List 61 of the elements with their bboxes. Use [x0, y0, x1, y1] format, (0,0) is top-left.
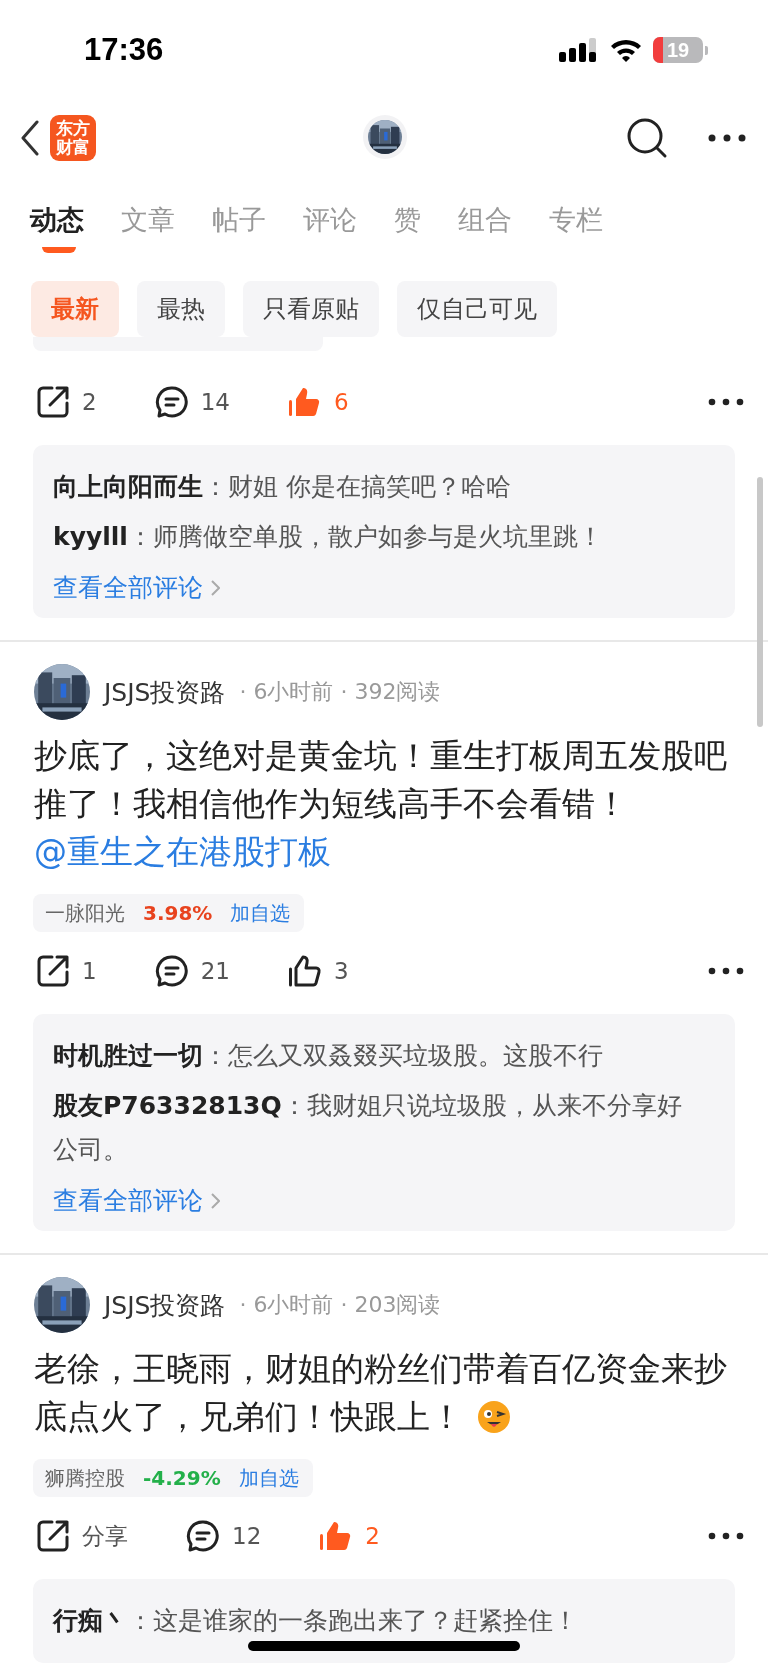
comment-icon[interactable]	[186, 1519, 220, 1553]
share-icon[interactable]	[36, 385, 70, 419]
author-name[interactable]: JSJS投资路	[104, 1288, 226, 1322]
post-meta: · 6小时前 · 392阅读	[239, 678, 441, 706]
share-icon[interactable]	[36, 1519, 70, 1553]
add-watchlist-link[interactable]: 加自选	[230, 899, 291, 927]
stock-name[interactable]: 狮腾控股	[45, 1464, 125, 1492]
view-all-comments-link[interactable]: 查看全部评论	[53, 1184, 220, 1217]
comment-count: 21	[200, 958, 230, 984]
tab[interactable]: 动态	[30, 201, 84, 239]
more-icon[interactable]	[708, 133, 746, 142]
comment-count: 14	[200, 389, 230, 415]
tab[interactable]: 帖子	[212, 201, 266, 239]
back-icon[interactable]	[20, 119, 40, 156]
chevron-icon	[211, 1192, 220, 1209]
view-all-comments-link[interactable]: 查看全部评论	[53, 571, 220, 604]
like-count: 2	[365, 1523, 380, 1549]
post-meta: · 6小时前 · 203阅读	[239, 1291, 441, 1319]
like-count: 3	[333, 958, 349, 984]
wifi-icon	[609, 38, 643, 62]
mention-link[interactable]: @重生之在港股打板	[34, 832, 331, 871]
add-watchlist-link[interactable]: 加自选	[238, 1464, 299, 1492]
thumbs-up-icon[interactable]	[287, 385, 322, 419]
stock-name[interactable]: 一脉阳光	[45, 899, 125, 927]
share-icon[interactable]	[36, 954, 70, 988]
share-count: 1	[82, 958, 97, 984]
stock-change: 3.98%	[143, 901, 213, 925]
more-icon[interactable]	[708, 967, 744, 975]
comment-text: 行痴丶：这是谁家的一条跑出来了？赶紧拴住！	[53, 1605, 579, 1637]
share-count: 分享	[82, 1521, 128, 1551]
comment-count: 12	[232, 1523, 262, 1549]
share-count: 2	[82, 389, 97, 415]
comment-text: 股友P76332813Q：我财姐只说垃圾股，从来不分享好公司。	[53, 1090, 683, 1166]
post-text: 抄底了，这绝对是黄金坑！重生打板周五发股吧推了！我相信他作为短线高手不会看错！ @重生之在港股打板	[33, 735, 728, 873]
more-icon[interactable]	[708, 398, 744, 406]
chevron-icon	[211, 579, 220, 596]
comment-text: 时机胜过一切：怎么又双叒叕买垃圾股。这股不行	[53, 1040, 604, 1072]
comment-icon[interactable]	[154, 954, 189, 988]
like-count: 6	[333, 389, 349, 415]
filter-chip[interactable]: 最新	[31, 281, 119, 337]
tab[interactable]: 文章	[121, 201, 175, 239]
tab[interactable]: 评论	[303, 201, 357, 239]
tab[interactable]: 组合	[458, 201, 512, 239]
filter-chip[interactable]: 最热	[137, 281, 225, 337]
post-text: 老徐，王晓雨，财姐的粉丝们带着百亿资金来抄底点火了，兄弟们！快跟上！	[33, 1348, 728, 1438]
tab[interactable]: 专栏	[549, 201, 603, 239]
tab[interactable]: 赞	[394, 201, 421, 239]
stock-change: -4.29%	[143, 1466, 221, 1490]
search-icon[interactable]	[626, 116, 668, 159]
clock: 17:36	[84, 32, 164, 68]
filter-chip[interactable]: 仅自己可见	[397, 281, 557, 337]
comment-text: 向上向阳而生：财姐 你是在搞笑吧？哈哈	[53, 471, 512, 503]
tab-indicator	[42, 247, 76, 253]
thumbs-up-icon[interactable]	[287, 954, 322, 988]
comment-icon[interactable]	[154, 385, 189, 419]
app-logo: 东方财富	[50, 114, 96, 161]
comment-text: kyylll：师腾做空单股，散户如参与是火坑里跳！	[53, 521, 604, 553]
signal-icon	[559, 38, 599, 62]
filter-chip[interactable]: 只看原贴	[243, 281, 379, 337]
more-icon[interactable]	[708, 1532, 744, 1540]
author-name[interactable]: JSJS投资路	[104, 675, 226, 709]
